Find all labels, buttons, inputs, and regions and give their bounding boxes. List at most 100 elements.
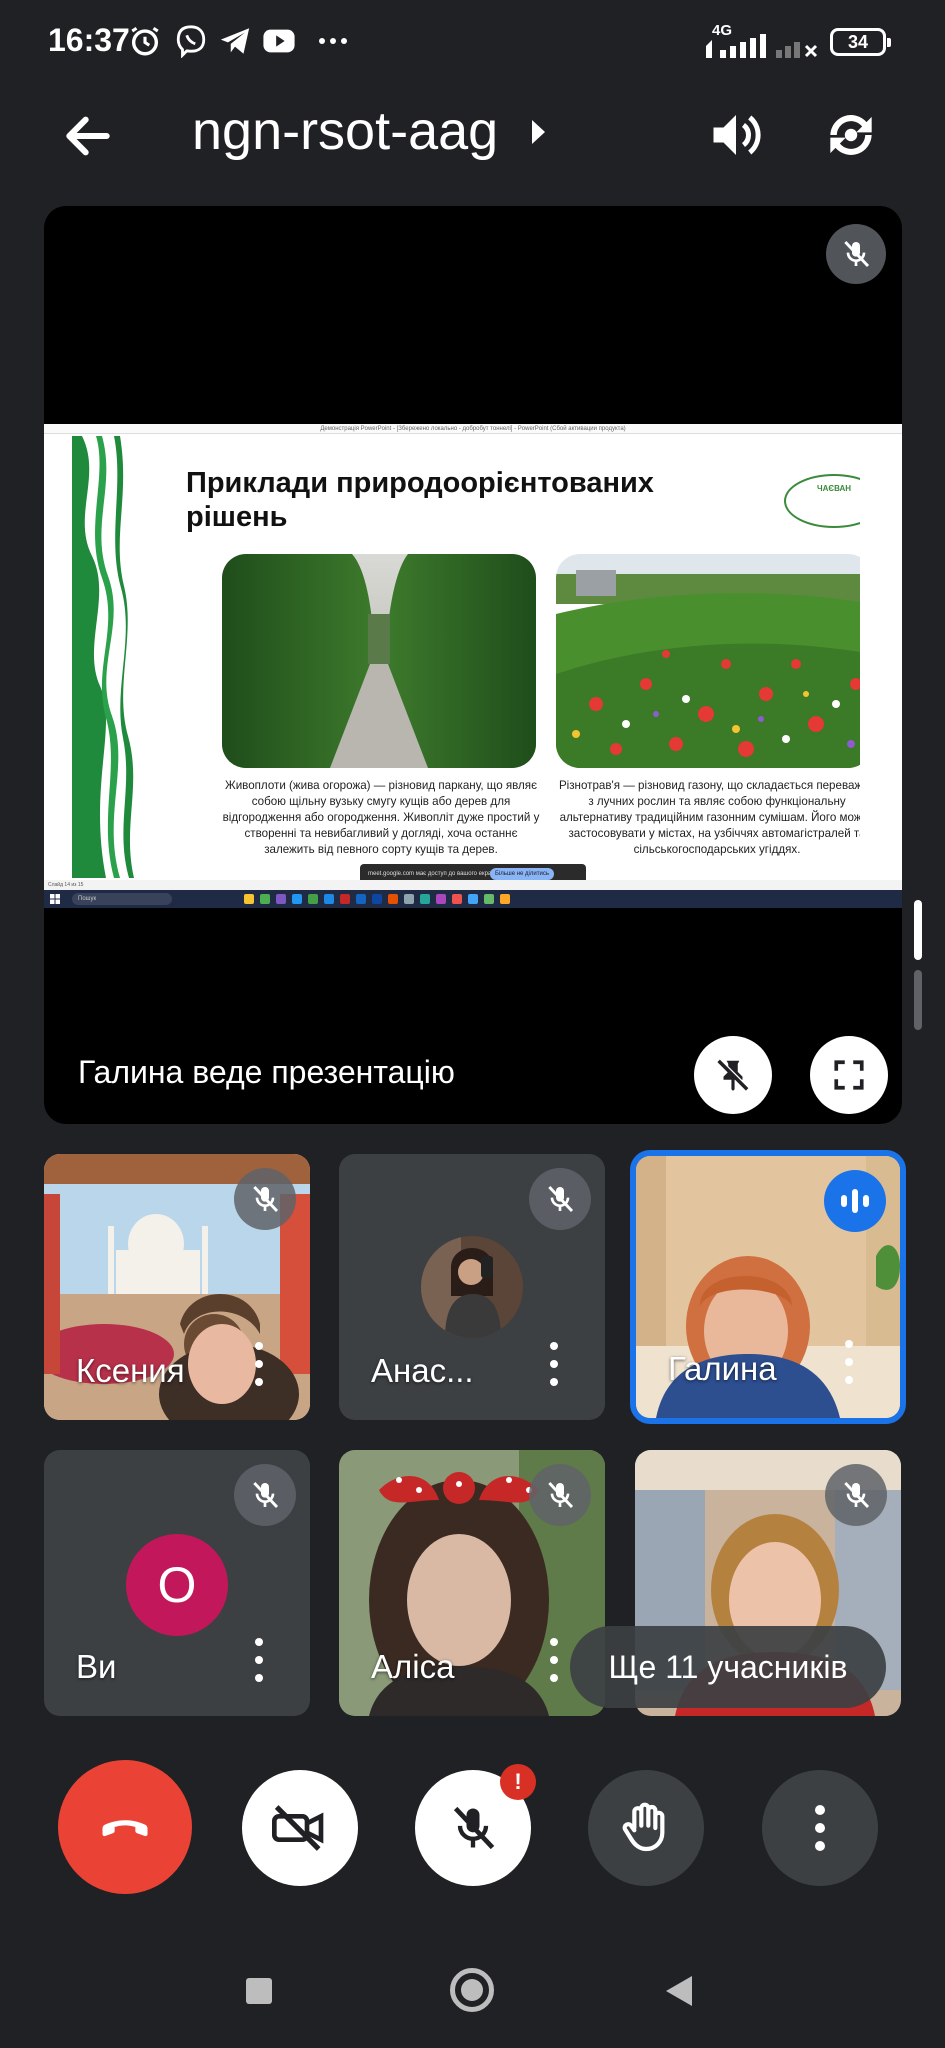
- status-bar: 16:37 4G 34: [0, 0, 945, 80]
- slide: Приклади природоорієнтованих рішень ЧАЄВ…: [72, 436, 860, 878]
- slide-caption-left: Живоплоти (жива огорожа) — різновид парк…: [222, 779, 540, 856]
- viber-taskbar-icon: [276, 894, 286, 904]
- mic-off-icon: [844, 1481, 870, 1509]
- mic-off-icon: [548, 1481, 574, 1509]
- mute-indicator: [234, 1464, 296, 1526]
- more-participants-button[interactable]: Ще 11 учасників: [570, 1626, 886, 1708]
- home-icon[interactable]: [450, 1968, 494, 2012]
- scroll-indicator: [914, 900, 922, 960]
- windows-start-icon: [50, 894, 60, 904]
- presentation-mute-indicator: [826, 224, 886, 284]
- end-call-icon: [102, 1820, 148, 1837]
- slide-caption-right: Різнотрав'я — різновид газону, що склада…: [558, 779, 860, 856]
- meadow-photo: [556, 554, 860, 768]
- hedge-photo: [222, 554, 536, 768]
- powerpoint-icon: [388, 894, 398, 904]
- participant-name: Ви: [76, 1648, 117, 1685]
- share-notice-text: meet.google.com має доступ до вашого екр…: [368, 871, 498, 877]
- avatar: [421, 1236, 523, 1338]
- app-icon: [436, 894, 446, 904]
- word-icon: [356, 894, 366, 904]
- mic-off-icon: [253, 1481, 279, 1509]
- more-vert-icon: [815, 1805, 825, 1851]
- rotate-camera-icon[interactable]: [820, 104, 882, 166]
- avatar: О: [126, 1534, 228, 1636]
- viber-icon: [176, 25, 206, 58]
- app-icon: [308, 894, 318, 904]
- recents-icon[interactable]: [246, 1978, 272, 2004]
- app-icon: [484, 894, 494, 904]
- more-vert-icon[interactable]: [842, 1340, 854, 1384]
- taskbar-search: Пошук: [72, 893, 172, 905]
- camera-toggle-button[interactable]: [242, 1770, 358, 1886]
- chrome-icon: [260, 894, 270, 904]
- app-icon: [452, 894, 462, 904]
- mic-alert-badge: !: [500, 1764, 536, 1800]
- signal-icon: [706, 34, 766, 58]
- clock: 16:37: [48, 22, 130, 58]
- mic-off-icon: [548, 1185, 574, 1213]
- speaking-indicator: [824, 1170, 886, 1232]
- signal-off-icon: [776, 42, 818, 58]
- youtube-icon: [263, 29, 295, 53]
- mute-indicator: [529, 1168, 591, 1230]
- audio-level-icon: [841, 1189, 869, 1213]
- more-options-button[interactable]: [762, 1770, 878, 1886]
- app-icon: [420, 894, 430, 904]
- app-icon: [372, 894, 382, 904]
- more-dots-icon: [319, 38, 347, 44]
- chevron-right-icon[interactable]: [532, 120, 545, 144]
- participant-tile-active-speaker[interactable]: Галина: [630, 1150, 906, 1424]
- ppt-title-bar: Демонстрація PowerPoint - [Збережено лок…: [44, 424, 902, 434]
- mic-off-icon: [844, 240, 870, 268]
- more-vert-icon[interactable]: [252, 1342, 264, 1386]
- app-icon: [340, 894, 350, 904]
- presenter-label: Галина веде презентацію: [78, 1054, 455, 1090]
- mute-indicator: [825, 1464, 887, 1526]
- slide-title: Приклади природоорієнтованих рішень: [186, 467, 654, 533]
- slide-logo: ЧАЄВАН: [784, 474, 860, 528]
- fullscreen-icon: [834, 1060, 864, 1090]
- mic-off-icon: [453, 1806, 495, 1850]
- app-icon: [468, 894, 478, 904]
- back-icon[interactable]: [666, 1976, 692, 2006]
- ppt-status-bar: Слайд 14 из 15: [44, 880, 902, 890]
- mute-indicator: [234, 1168, 296, 1230]
- participant-tile[interactable]: Анас...: [339, 1154, 605, 1420]
- file-explorer-icon: [244, 894, 254, 904]
- participant-name: Ксения: [76, 1352, 185, 1389]
- scroll-indicator-track: [914, 970, 922, 1030]
- speaker-icon[interactable]: [706, 105, 766, 165]
- slide-decoration: [72, 436, 134, 878]
- alarm-icon: [131, 26, 159, 56]
- edge-icon: [324, 894, 334, 904]
- participant-tile[interactable]: Аліса: [339, 1450, 605, 1716]
- meeting-code[interactable]: ngn-rsot-aag: [192, 100, 498, 162]
- app-icon: [500, 894, 510, 904]
- shared-screen: Демонстрація PowerPoint - [Збережено лок…: [44, 424, 902, 908]
- windows-taskbar: Пошук: [44, 890, 902, 908]
- participant-tile[interactable]: Ксения: [44, 1154, 310, 1420]
- more-vert-icon[interactable]: [547, 1342, 559, 1386]
- back-arrow-icon[interactable]: [60, 108, 116, 164]
- unpin-icon: [717, 1058, 750, 1091]
- end-call-button[interactable]: [58, 1760, 192, 1894]
- mic-off-icon: [253, 1185, 279, 1213]
- mute-indicator: [529, 1464, 591, 1526]
- telegram-icon: [220, 28, 250, 54]
- stop-sharing-button[interactable]: Більше не ділитись: [490, 868, 554, 880]
- raise-hand-button[interactable]: [588, 1770, 704, 1886]
- battery-indicator: 34: [830, 28, 891, 56]
- fullscreen-button[interactable]: [810, 1036, 888, 1114]
- participant-name: Галина: [668, 1350, 777, 1387]
- more-vert-icon[interactable]: [252, 1638, 264, 1682]
- camera-off-icon: [272, 1805, 324, 1851]
- app-icon: [292, 894, 302, 904]
- app-icon: [404, 894, 414, 904]
- participant-name: Анас...: [371, 1352, 474, 1389]
- more-vert-icon[interactable]: [547, 1638, 559, 1682]
- participant-tile-self[interactable]: О Ви: [44, 1450, 310, 1716]
- participant-name: Аліса: [371, 1648, 455, 1685]
- raise-hand-icon: [622, 1802, 665, 1852]
- unpin-button[interactable]: [694, 1036, 772, 1114]
